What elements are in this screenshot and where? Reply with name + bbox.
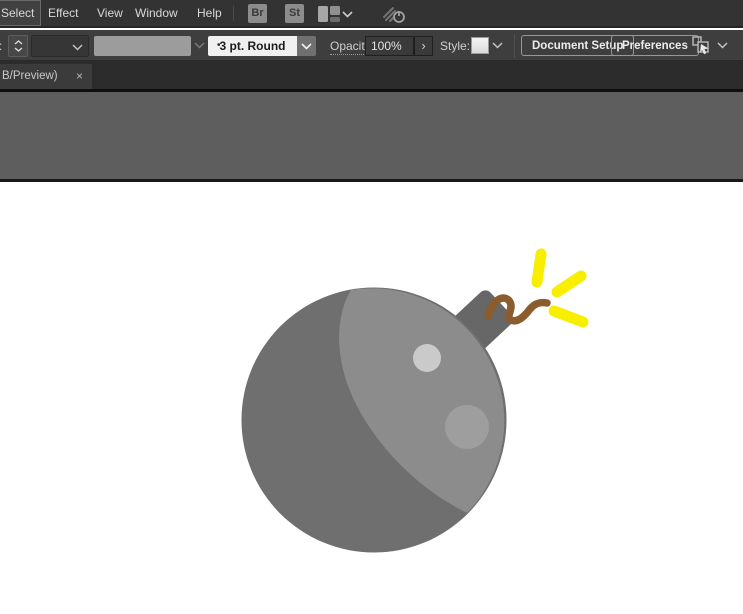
menu-help[interactable]: Help [191,0,228,26]
style-label: Style: [440,39,471,53]
stock-icon[interactable]: St [285,4,304,23]
menu-bar: Select Effect View Window Help Br St [0,0,743,28]
share-power-icon[interactable] [381,3,407,25]
control-bar-divider [514,34,515,58]
stroke-weight-chevron-icon [72,44,83,51]
document-tab-title: B/Preview) [2,70,58,82]
brush-chevron-icon [301,42,312,50]
artboard-canvas[interactable] [0,182,743,614]
illustrator-window: Select Effect View Window Help Br St : [0,0,743,614]
stepper-down-icon[interactable] [14,47,23,52]
workspace-layout-icon[interactable] [318,6,340,22]
pasteboard[interactable] [0,92,743,179]
document-tab[interactable]: B/Preview) × [0,64,92,89]
bridge-icon[interactable]: Br [248,4,267,23]
menu-effect[interactable]: Effect [42,0,84,26]
brush-definition-dropdown[interactable]: • 3 pt. Round [208,36,297,56]
opacity-input[interactable] [365,36,414,56]
brush-definition-chevron-button[interactable] [297,36,316,56]
select-similar-chevron-icon[interactable] [717,42,728,49]
brush-definition-value: 3 pt. Round [219,39,286,53]
style-chevron-icon[interactable] [492,42,503,49]
width-profile-chevron-icon [194,42,205,49]
stroke-weight-stepper[interactable] [8,35,28,57]
stroke-weight-dropdown[interactable] [31,35,89,57]
tab-close-icon[interactable]: × [76,64,83,89]
stepper-up-icon[interactable] [14,40,23,45]
document-tab-bar: B/Preview) × [0,61,743,92]
menu-window[interactable]: Window [129,0,184,26]
control-bar: : • 3 pt. Round Opacity: › Style: Docume… [0,30,743,61]
workspace-chevron-down-icon[interactable] [342,11,353,18]
opacity-expand-button[interactable]: › [414,36,433,56]
stroke-label-fragment: : [0,39,2,53]
brush-preview-dot: • [217,40,221,51]
width-profile-swatch[interactable] [94,36,191,56]
menu-select[interactable]: Select [0,0,42,26]
preferences-button[interactable]: Preferences [611,35,699,56]
menu-view[interactable]: View [91,0,129,26]
style-swatch[interactable] [471,37,489,54]
select-similar-objects-icon[interactable] [691,35,713,57]
menu-bar-divider [233,6,234,21]
